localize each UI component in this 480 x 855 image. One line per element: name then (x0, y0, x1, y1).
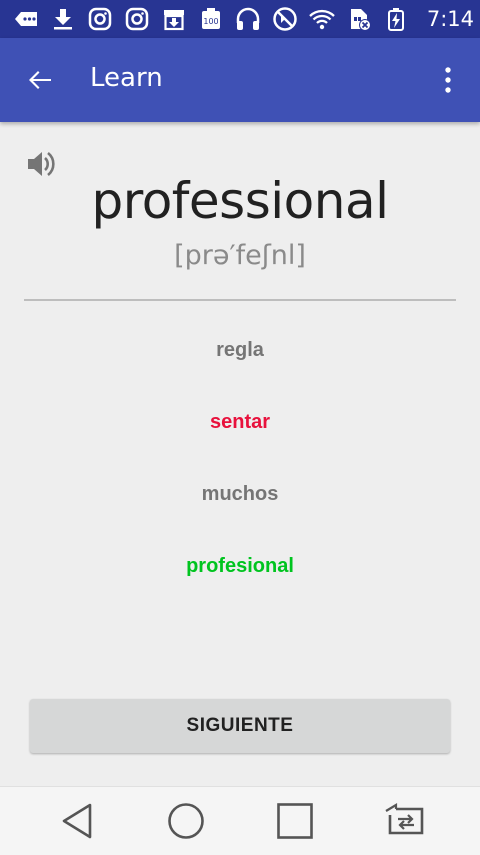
headphones-icon (234, 5, 262, 33)
svg-text:100: 100 (203, 17, 218, 26)
battery-100-icon: 100 (197, 5, 225, 33)
instagram-icon (123, 5, 151, 33)
do-not-disturb-icon (271, 5, 299, 33)
more-options-button[interactable] (438, 62, 458, 98)
battery-charging-icon (382, 5, 410, 33)
nav-back-button[interactable] (57, 801, 97, 841)
status-clock: 7:14 (426, 7, 474, 31)
status-bar: 100 7:14 (0, 0, 480, 38)
app-bar: Learn (0, 38, 480, 122)
more-vert-icon (445, 67, 451, 93)
download-icon (49, 5, 77, 33)
arrow-back-icon (29, 71, 51, 89)
back-button[interactable] (22, 62, 58, 98)
wifi-icon (308, 5, 336, 33)
answer-option-1[interactable]: regla (0, 339, 480, 362)
page-title: Learn (90, 63, 163, 93)
circle-home-icon (168, 803, 204, 839)
triangle-back-icon (62, 803, 92, 839)
next-button[interactable]: SIGUIENTE (30, 699, 450, 753)
nav-home-button[interactable] (166, 801, 206, 841)
archive-download-icon (160, 5, 188, 33)
divider (24, 299, 456, 301)
more-messages-icon (12, 5, 40, 33)
vocabulary-word: professional (91, 172, 389, 230)
answer-option-4[interactable]: profesional (0, 555, 480, 578)
answer-option-2[interactable]: sentar (0, 411, 480, 434)
sim-error-icon (345, 5, 373, 33)
answer-option-3[interactable]: muchos (0, 483, 480, 506)
nav-switch-button[interactable] (382, 801, 428, 841)
phonetic-transcription: [prə′feʃnl] (174, 240, 306, 271)
system-navigation-bar (0, 786, 480, 855)
instagram-icon (86, 5, 114, 33)
square-recents-icon (277, 803, 313, 839)
status-icons: 100 (12, 5, 427, 33)
switch-app-icon (385, 803, 424, 835)
nav-recents-button[interactable] (275, 801, 315, 841)
